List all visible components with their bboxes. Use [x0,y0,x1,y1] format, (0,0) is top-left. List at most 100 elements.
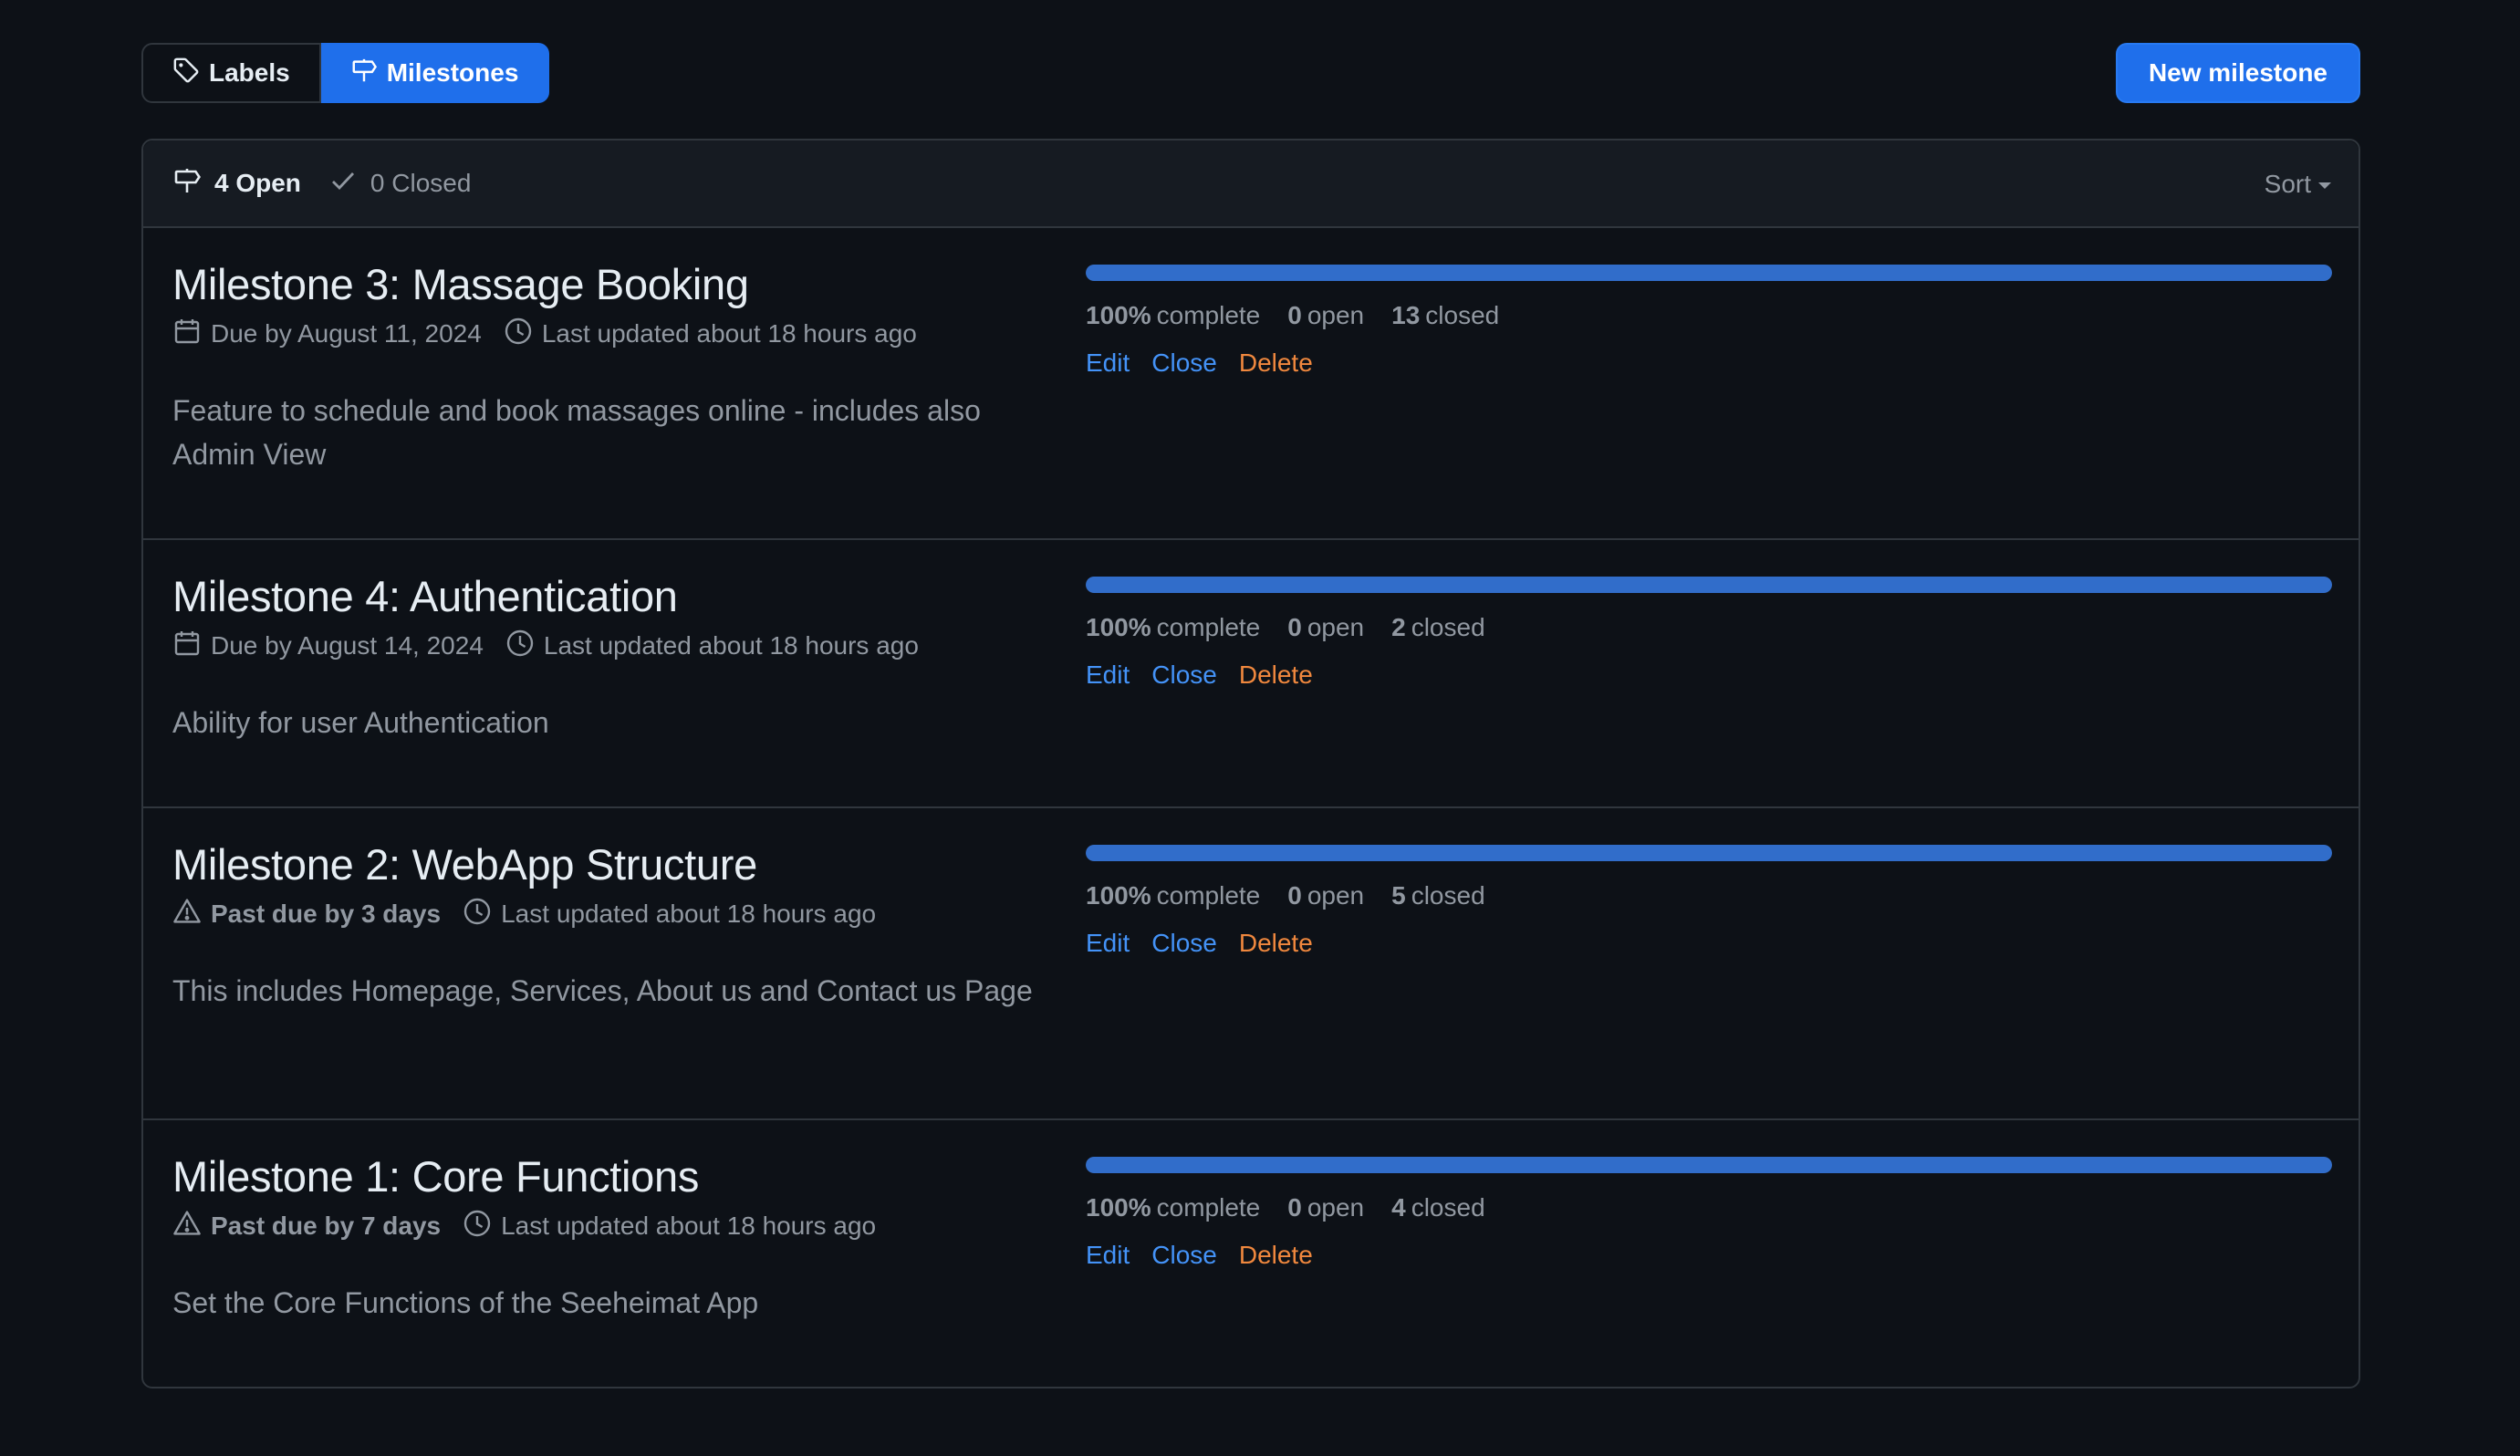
edit-link[interactable]: Edit [1086,1241,1130,1270]
new-milestone-button[interactable]: New milestone [2115,43,2360,103]
milestone-actions: Edit Close Delete [1086,660,2332,690]
closed-issues-label: closed [1411,881,1485,910]
closed-issues-label: closed [1411,1193,1485,1222]
open-issues-label: open [1307,301,1365,329]
milestone-icon [172,166,202,202]
progress-bar [1086,577,2332,593]
percent-label: complete [1156,1193,1261,1222]
progress-fill [1086,1157,2332,1173]
subnav-milestones[interactable]: Milestones [320,43,550,103]
check-icon [328,166,358,202]
percent-value: 100% [1086,881,1151,910]
due-date: Due by August 14, 2024 [211,631,484,660]
milestone-description: Set the Core Functions of the Seeheimat … [172,1286,759,1319]
alert-icon [172,1209,202,1244]
milestone-row: Milestone 3: Massage Booking Due by Augu… [143,228,2359,540]
last-updated: Last updated about 18 hours ago [501,900,877,928]
percent-label: complete [1156,613,1261,641]
close-link[interactable]: Close [1151,1241,1217,1270]
open-count-label: 4 Open [214,169,301,197]
open-issues-count: 0 [1287,613,1302,641]
milestone-stats: 100% complete 0 open 4 closed [1086,1190,2332,1226]
sort-dropdown[interactable]: Sort [2265,140,2331,228]
open-issues-count: 0 [1287,1193,1302,1222]
subnav-milestones-text: Milestones [386,58,519,87]
calendar-icon [172,317,202,352]
open-issues-label: open [1307,881,1365,910]
delete-link[interactable]: Delete [1239,1241,1313,1270]
percent-value: 100% [1086,1193,1151,1222]
last-updated: Last updated about 18 hours ago [543,631,919,660]
milestone-title[interactable]: Milestone 4: Authentication [172,571,1048,622]
close-link[interactable]: Close [1151,929,1217,958]
milestone-title[interactable]: Milestone 2: WebApp Structure [172,839,1048,890]
milestone-meta: Due by August 11, 2024 Last updated abou… [172,316,1048,352]
open-issues-label: open [1307,613,1365,641]
delete-link[interactable]: Delete [1239,660,1313,690]
milestone-stats: 100% complete 0 open 13 closed [1086,297,2332,334]
milestone-description: Feature to schedule and book massages on… [172,394,981,471]
alert-icon [172,897,202,932]
edit-link[interactable]: Edit [1086,660,1130,690]
sort-label: Sort [2264,170,2311,198]
milestone-description: This includes Homepage, Services, About … [172,974,1033,1007]
progress-fill [1086,265,2332,281]
closed-count-label: 0 Closed [370,169,472,197]
delete-link[interactable]: Delete [1239,348,1313,378]
milestone-description: Ability for user Authentication [172,706,549,739]
closed-issues-count: 2 [1391,613,1406,641]
milestone-meta: Past due by 3 days Last updated about 18… [172,896,1048,932]
milestone-icon [350,57,378,90]
clock-icon [504,317,533,352]
due-date: Due by August 11, 2024 [211,319,482,348]
subnav-labels[interactable]: Labels [141,43,321,103]
edit-link[interactable]: Edit [1086,929,1130,958]
last-updated: Last updated about 18 hours ago [541,319,917,348]
milestone-title[interactable]: Milestone 1: Core Functions [172,1151,1048,1202]
progress-fill [1086,845,2332,861]
closed-issues-count: 5 [1391,881,1406,910]
milestone-title[interactable]: Milestone 3: Massage Booking [172,259,1048,310]
delete-link[interactable]: Delete [1239,929,1313,958]
progress-bar [1086,1157,2332,1173]
progress-fill [1086,577,2332,593]
closed-issues-count: 4 [1391,1193,1406,1222]
milestones-page: Labels Milestones New milestone 4 Open 0… [141,43,2360,1388]
tag-icon [172,57,200,90]
milestones-header: 4 Open 0 Closed Sort [143,140,2359,228]
past-due: Past due by 7 days [211,1212,442,1240]
closed-filter[interactable]: 0 Closed [328,166,472,202]
clock-icon [463,897,492,932]
past-due: Past due by 3 days [211,900,442,928]
milestone-stats: 100% complete 0 open 5 closed [1086,878,2332,914]
milestone-row: Milestone 4: Authentication Due by Augus… [143,540,2359,808]
percent-label: complete [1156,301,1261,329]
milestone-row: Milestone 1: Core Functions Past due by … [143,1120,2359,1387]
subnav-labels-text: Labels [209,58,290,87]
percent-label: complete [1156,881,1261,910]
clock-icon [505,629,535,664]
calendar-icon [172,629,202,664]
milestone-actions: Edit Close Delete [1086,348,2332,378]
percent-value: 100% [1086,613,1151,641]
caret-down-icon [2318,182,2331,189]
progress-bar [1086,845,2332,861]
milestone-stats: 100% complete 0 open 2 closed [1086,609,2332,646]
milestone-actions: Edit Close Delete [1086,929,2332,958]
milestone-meta: Due by August 14, 2024 Last updated abou… [172,628,1048,664]
closed-issues-label: closed [1425,301,1500,329]
subnav: Labels Milestones [141,43,550,103]
open-issues-label: open [1307,1193,1365,1222]
milestone-row: Milestone 2: WebApp Structure Past due b… [143,808,2359,1120]
open-issues-count: 0 [1287,301,1302,329]
close-link[interactable]: Close [1151,348,1217,378]
close-link[interactable]: Close [1151,660,1217,690]
last-updated: Last updated about 18 hours ago [501,1212,877,1240]
open-issues-count: 0 [1287,881,1302,910]
milestone-meta: Past due by 7 days Last updated about 18… [172,1208,1048,1244]
progress-bar [1086,265,2332,281]
percent-value: 100% [1086,301,1151,329]
open-filter[interactable]: 4 Open [172,166,301,202]
milestones-box: 4 Open 0 Closed Sort Milestone 3: Massag… [141,139,2360,1388]
edit-link[interactable]: Edit [1086,348,1130,378]
